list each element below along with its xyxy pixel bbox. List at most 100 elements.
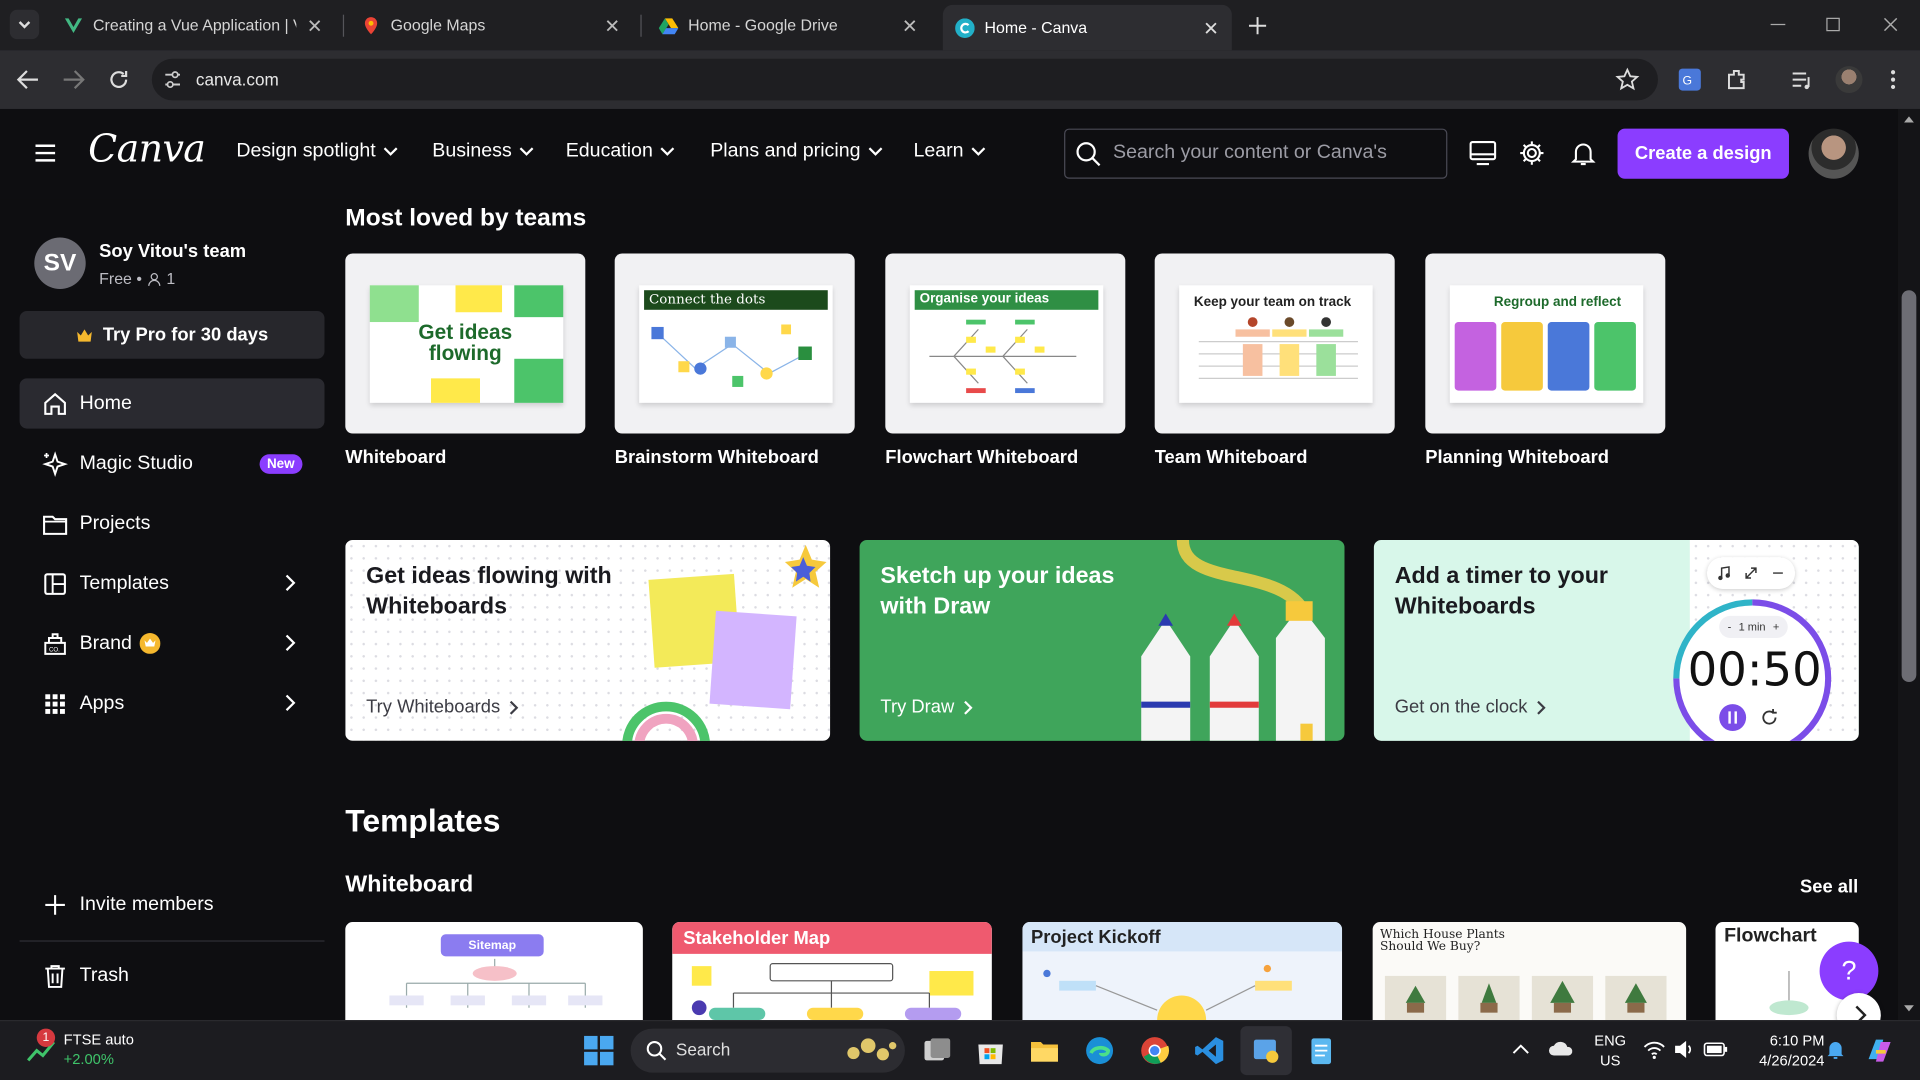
draw-promo-card[interactable]: Sketch up your ideas with Draw Try Draw [859, 540, 1345, 741]
browser-profile-avatar[interactable] [1835, 66, 1863, 94]
tab-google-maps[interactable]: Google Maps [349, 5, 633, 45]
template-label[interactable]: Team Whiteboard [1155, 447, 1308, 468]
sidebar-item-home[interactable]: Home [19, 378, 325, 429]
brainstorm-whiteboard-thumbnail[interactable]: Connect the dots [614, 253, 855, 434]
onedrive-icon[interactable] [1548, 1038, 1575, 1058]
create-design-button[interactable]: Create a design [1617, 128, 1789, 179]
wifi-icon[interactable] [1643, 1040, 1665, 1060]
menu-kebab-icon[interactable] [1883, 67, 1903, 91]
team-name[interactable]: Soy Vitou's team [99, 241, 246, 262]
hamburger-menu-icon[interactable] [33, 142, 57, 164]
media-control-icon[interactable] [1790, 67, 1814, 91]
volume-icon[interactable] [1673, 1040, 1695, 1060]
notification-bell-icon[interactable] [1826, 1040, 1846, 1060]
nav-business[interactable]: Business [432, 141, 534, 163]
task-view-icon[interactable] [921, 1035, 953, 1067]
pause-button[interactable] [1719, 704, 1747, 732]
invite-members-button[interactable]: Invite members [20, 879, 325, 929]
chevron-down-icon [383, 147, 398, 156]
window-close-icon[interactable] [1881, 15, 1901, 35]
show-hidden-icons-icon[interactable] [1511, 1041, 1531, 1058]
python-app-icon[interactable] [1250, 1035, 1282, 1067]
scroll-down-icon[interactable] [1903, 1004, 1915, 1014]
help-button[interactable]: ? [1819, 941, 1879, 1001]
tab-google-drive[interactable]: Home - Google Drive [647, 5, 931, 45]
template-card-sitemap[interactable]: Sitemap [345, 922, 643, 1020]
team-avatar[interactable]: SV [34, 237, 86, 289]
template-card-project-kickoff[interactable]: Project Kickoff [1022, 922, 1343, 1020]
scrollbar-thumb[interactable] [1901, 290, 1917, 683]
tab-title: Creating a Vue Application | Vue.js [93, 15, 296, 35]
folder-icon [43, 515, 68, 535]
sidebar-item-magic-studio[interactable]: Magic Studio New [20, 438, 325, 488]
copilot-icon[interactable] [1864, 1035, 1896, 1067]
template-label[interactable]: Planning Whiteboard [1425, 447, 1609, 468]
nav-design-spotlight[interactable]: Design spotlight [236, 141, 398, 163]
clock[interactable]: 6:10 PM 4/26/2024 [1739, 1031, 1824, 1070]
nav-plans-pricing[interactable]: Plans and pricing [710, 141, 883, 163]
sidebar-item-apps[interactable]: Apps [20, 678, 325, 728]
reset-icon[interactable] [1758, 707, 1780, 729]
close-icon[interactable] [306, 17, 323, 34]
plan-label: Free • [99, 269, 142, 288]
template-card-house-plants[interactable]: Which House Plants Should We Buy? [1372, 922, 1687, 1020]
language-indicator[interactable]: ENG US [1591, 1031, 1630, 1070]
planning-whiteboard-thumbnail[interactable]: Regroup and reflect [1425, 253, 1666, 434]
template-label[interactable]: Flowchart Whiteboard [885, 447, 1078, 468]
team-whiteboard-thumbnail[interactable]: Keep your team on track [1154, 253, 1395, 434]
vscode-icon[interactable] [1194, 1035, 1226, 1067]
template-card-stakeholder-map[interactable]: Stakeholder Map [672, 922, 992, 1020]
chrome-icon[interactable] [1139, 1035, 1171, 1067]
get-on-clock-link[interactable]: Get on the clock [1395, 697, 1547, 718]
tab-canva[interactable]: Home - Canva [942, 4, 1232, 51]
translate-icon[interactable]: G [1678, 67, 1702, 91]
notepad-icon[interactable] [1305, 1035, 1337, 1067]
site-info-icon[interactable] [162, 69, 184, 91]
nav-education[interactable]: Education [566, 141, 675, 163]
edge-icon[interactable] [1084, 1035, 1116, 1067]
windows-start-icon[interactable] [583, 1035, 615, 1067]
try-pro-button[interactable]: Try Pro for 30 days [19, 311, 325, 359]
extensions-icon[interactable] [1724, 67, 1748, 91]
maps-pin-icon [364, 16, 378, 34]
gear-icon[interactable] [1518, 140, 1545, 167]
sidebar-item-trash[interactable]: Trash [20, 950, 325, 1000]
whiteboards-promo-card[interactable]: Get ideas flowing with Whiteboards Try W… [345, 540, 831, 741]
close-icon[interactable] [901, 17, 918, 34]
timer-promo-card[interactable]: Add a timer to your Whiteboards Get on t… [1373, 540, 1859, 741]
tab-vue[interactable]: Creating a Vue Application | Vue.js [51, 5, 335, 45]
try-whiteboards-link[interactable]: Try Whiteboards [366, 697, 520, 718]
back-icon[interactable] [16, 69, 40, 91]
close-icon[interactable] [604, 17, 621, 34]
template-label[interactable]: Whiteboard [345, 447, 446, 468]
notification-bell-icon[interactable] [1570, 140, 1597, 167]
forward-icon[interactable] [61, 69, 85, 91]
minimize-icon[interactable] [1768, 15, 1788, 35]
battery-icon[interactable] [1703, 1042, 1728, 1057]
sidebar-item-projects[interactable]: Projects [20, 498, 325, 548]
template-label[interactable]: Brainstorm Whiteboard [615, 447, 819, 468]
file-explorer-icon[interactable] [1029, 1035, 1061, 1067]
reload-icon[interactable] [107, 67, 131, 91]
see-all-link[interactable]: See all [1800, 877, 1858, 898]
whiteboard-thumbnail[interactable]: Get ideas flowing [345, 253, 586, 434]
user-avatar[interactable] [1808, 128, 1859, 179]
desktop-app-icon[interactable] [1468, 140, 1497, 167]
microsoft-store-icon[interactable] [975, 1035, 1007, 1067]
stock-widget[interactable]: 1 FTSE auto +2.00% [24, 1028, 146, 1073]
canva-logo[interactable]: Canva [88, 127, 206, 171]
restore-icon[interactable] [1823, 15, 1843, 35]
flowchart-whiteboard-thumbnail[interactable]: Organise your ideas [885, 253, 1126, 434]
bookmark-star-icon[interactable] [1615, 67, 1640, 91]
nav-learn[interactable]: Learn [913, 141, 986, 163]
sidebar-item-templates[interactable]: Templates [20, 558, 325, 608]
new-tab-icon[interactable] [1247, 15, 1269, 37]
taskbar-search[interactable]: Search [630, 1028, 905, 1073]
address-bar[interactable] [151, 58, 1658, 101]
minus-icon [1773, 572, 1783, 574]
sidebar-item-brand[interactable]: CO. Brand [20, 618, 325, 668]
tab-search-button[interactable] [9, 9, 40, 40]
close-icon[interactable] [1202, 19, 1219, 36]
scroll-up-icon[interactable] [1903, 114, 1915, 124]
try-draw-link[interactable]: Try Draw [880, 697, 973, 718]
